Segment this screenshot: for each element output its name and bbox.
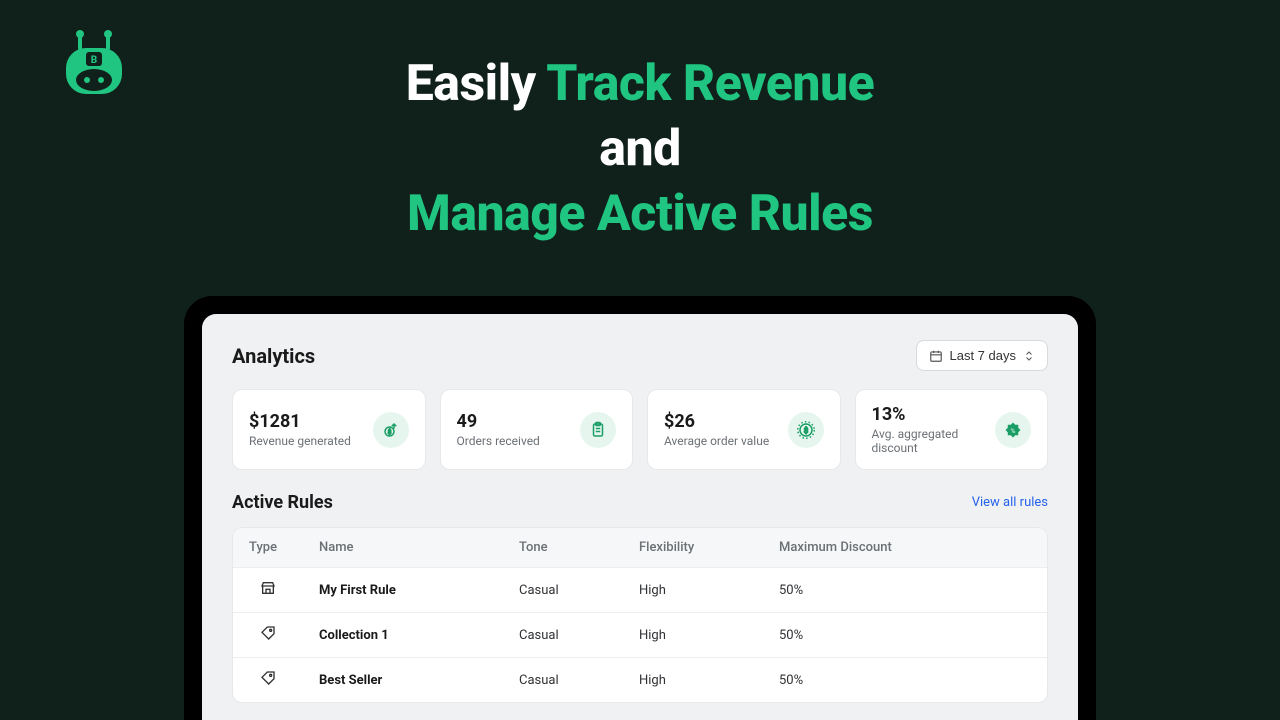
kpi-value: $1281 [249, 411, 351, 432]
app-screen: Analytics Last 7 days $1281 Revenue gene… [202, 314, 1078, 720]
kpi-label: Avg. aggregated discount [872, 427, 986, 455]
rule-max-discount: 50% [763, 613, 1047, 658]
col-type: Type [233, 528, 303, 568]
analytics-title: Analytics [232, 344, 315, 368]
col-name: Name [303, 528, 503, 568]
col-max-discount: Maximum Discount [763, 528, 1047, 568]
svg-text:%: % [1011, 427, 1016, 435]
hero-line1-green: Track Revenue [546, 55, 874, 113]
table-row[interactable]: Best Seller Casual High 50% [233, 658, 1047, 703]
active-rules-title: Active Rules [232, 492, 333, 513]
table-header-row: Type Name Tone Flexibility Maximum Disco… [233, 528, 1047, 568]
dollar-circle-icon: $ [788, 412, 824, 448]
kpi-label: Average order value [664, 434, 769, 448]
col-tone: Tone [503, 528, 623, 568]
svg-text:$: $ [387, 428, 391, 435]
kpi-label: Revenue generated [249, 434, 351, 448]
rule-name: Collection 1 [303, 613, 503, 658]
rule-flexibility: High [623, 568, 763, 613]
table-row[interactable]: My First Rule Casual High 50% [233, 568, 1047, 613]
clipboard-icon [580, 412, 616, 448]
date-range-button[interactable]: Last 7 days [916, 340, 1049, 371]
tag-icon [260, 625, 276, 641]
kpi-value: 49 [457, 411, 540, 432]
brand-logo: B [58, 30, 130, 102]
rule-tone: Casual [503, 613, 623, 658]
kpi-card-aov: $26 Average order value $ [647, 389, 841, 470]
date-range-label: Last 7 days [950, 348, 1017, 363]
rule-flexibility: High [623, 658, 763, 703]
hero-headline: Easily Track Revenue and Manage Active R… [0, 0, 1280, 247]
kpi-label: Orders received [457, 434, 540, 448]
col-flexibility: Flexibility [623, 528, 763, 568]
rule-tone: Casual [503, 568, 623, 613]
rules-table: Type Name Tone Flexibility Maximum Disco… [233, 528, 1047, 702]
calendar-icon [929, 349, 943, 363]
hero-line1-white: Easily [406, 55, 546, 113]
kpi-card-discount: 13% Avg. aggregated discount % [855, 389, 1049, 470]
hero-line2: and [0, 117, 1280, 182]
money-up-icon: $ [373, 412, 409, 448]
svg-text:B: B [91, 55, 97, 66]
svg-text:$: $ [803, 426, 807, 435]
rule-name: Best Seller [303, 658, 503, 703]
rule-flexibility: High [623, 613, 763, 658]
rule-tone: Casual [503, 658, 623, 703]
rule-max-discount: 50% [763, 658, 1047, 703]
kpi-value: $26 [664, 411, 769, 432]
table-row[interactable]: Collection 1 Casual High 50% [233, 613, 1047, 658]
view-all-rules-link[interactable]: View all rules [972, 495, 1048, 510]
rule-max-discount: 50% [763, 568, 1047, 613]
kpi-row: $1281 Revenue generated $ 49 Orders rece… [232, 389, 1048, 470]
rules-table-card: Type Name Tone Flexibility Maximum Disco… [232, 527, 1048, 703]
kpi-card-revenue: $1281 Revenue generated $ [232, 389, 426, 470]
kpi-card-orders: 49 Orders received [440, 389, 634, 470]
tag-icon [260, 670, 276, 686]
percent-badge-icon: % [995, 412, 1031, 448]
store-icon [260, 580, 276, 596]
rule-name: My First Rule [303, 568, 503, 613]
hero-line3: Manage Active Rules [0, 182, 1280, 247]
device-frame: Analytics Last 7 days $1281 Revenue gene… [184, 296, 1096, 720]
kpi-value: 13% [872, 404, 986, 425]
select-chevron-icon [1023, 350, 1035, 362]
